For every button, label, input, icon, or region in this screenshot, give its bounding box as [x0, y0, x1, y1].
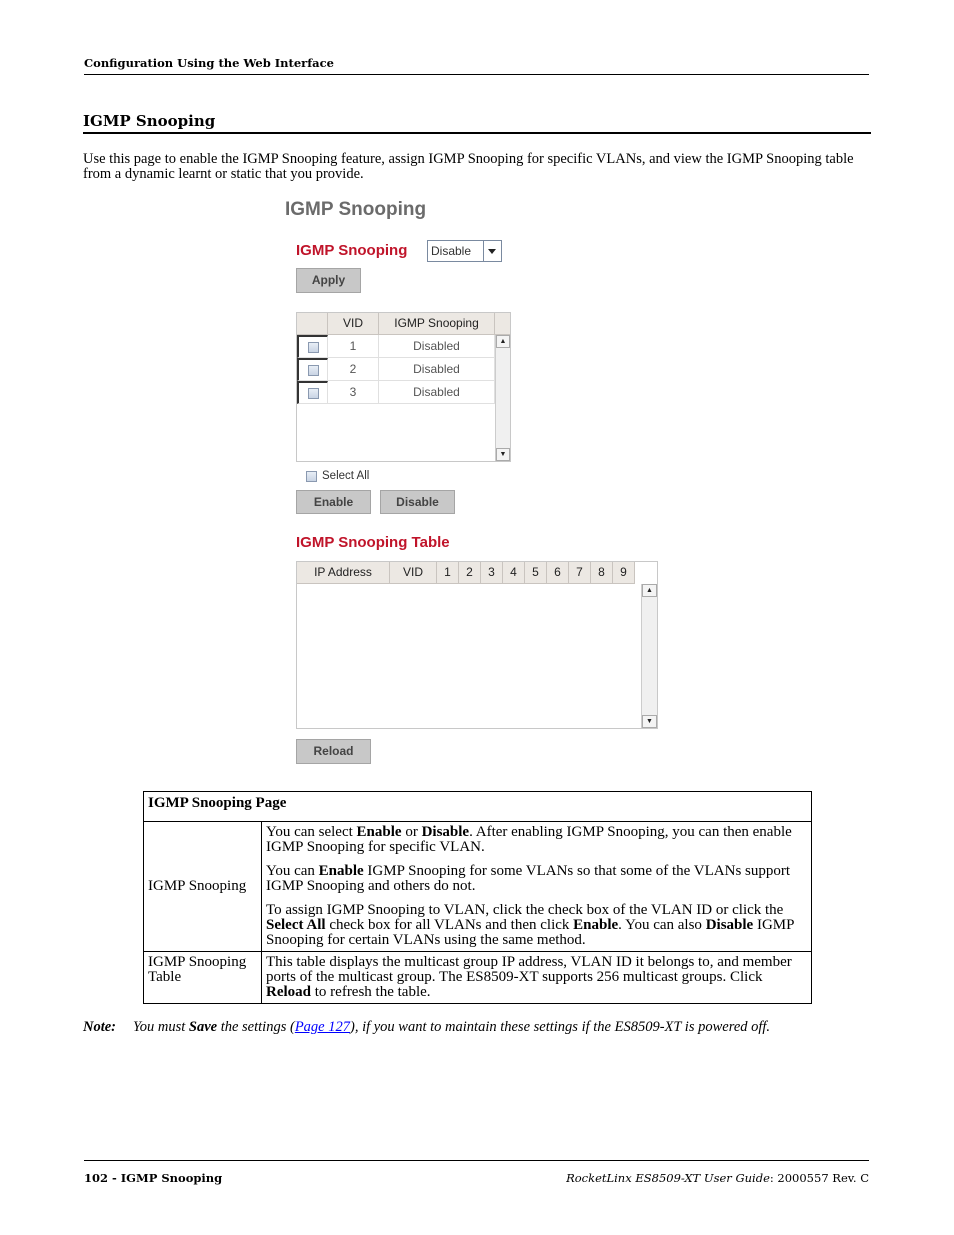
igmp-label: IGMP Snooping — [296, 242, 408, 259]
vlan-table: VID IGMP Snooping 1 Disabled 2 Disabled … — [296, 312, 511, 462]
section-rule — [83, 132, 871, 134]
select-all-checkbox[interactable] — [306, 471, 317, 482]
text-segment: to refresh the table. — [311, 984, 431, 1000]
scroll-down-icon[interactable]: ▼ — [496, 448, 510, 461]
row-checkbox[interactable] — [308, 388, 319, 399]
row-description: You can select Enable or Disable. After … — [261, 821, 812, 952]
enable-button[interactable]: Enable — [296, 490, 371, 514]
emphasis-term: Disable — [421, 824, 470, 840]
vid-column-header: VID — [328, 313, 379, 335]
igmp-snooping-table: IP Address VID 1 2 3 4 5 6 7 8 9 ▲ ▼ — [296, 561, 658, 729]
emphasis-term: Reload — [266, 984, 311, 1000]
section-title: IGMP Snooping — [83, 112, 216, 130]
description-paragraph: This table displays the multicast group … — [266, 955, 807, 1000]
row-checkbox[interactable] — [308, 342, 319, 353]
apply-button[interactable]: Apply — [296, 268, 361, 293]
intro-paragraph: Use this page to enable the IGMP Snoopin… — [83, 151, 854, 182]
row-checkbox-cell — [297, 358, 328, 381]
description-table: IGMP Snooping Page IGMP Snooping You can… — [143, 791, 812, 1004]
column-header: 6 — [547, 562, 569, 584]
note-label: Note: — [83, 1019, 117, 1035]
vid-cell: 2 — [328, 358, 379, 381]
emphasis-term: Select All — [266, 917, 326, 933]
column-header: 5 — [525, 562, 547, 584]
scroll-up-icon[interactable]: ▲ — [642, 584, 657, 597]
column-header: IP Address — [297, 562, 390, 584]
description-table-title: IGMP Snooping Page — [143, 791, 812, 822]
column-header: 1 — [437, 562, 459, 584]
footer-left: 102 - IGMP Snooping — [84, 1171, 223, 1185]
checkbox-column-header — [297, 313, 328, 335]
row-checkbox-cell — [297, 381, 328, 404]
emphasis-term: Enable — [356, 824, 402, 840]
column-header: VID — [390, 562, 437, 584]
chevron-down-icon — [483, 241, 501, 261]
select-all-label: Select All — [322, 470, 370, 482]
page-link[interactable]: Page 127 — [295, 1019, 350, 1035]
emphasis-term: Enable — [573, 917, 619, 933]
footer-rule — [84, 1160, 869, 1161]
column-header: 9 — [613, 562, 635, 584]
text-segment: check box for all VLANs and then click — [325, 917, 574, 933]
description-paragraph: You can select Enable or Disable. After … — [266, 825, 807, 855]
igmp-column-header: IGMP Snooping — [379, 313, 495, 335]
status-cell: Disabled — [379, 381, 495, 404]
row-checkbox-cell — [297, 335, 328, 358]
header-rule — [84, 74, 869, 75]
vlan-table-scrollbar[interactable]: ▲ ▼ — [495, 335, 510, 461]
status-cell: Disabled — [379, 358, 495, 381]
row-description: This table displays the multicast group … — [261, 951, 812, 1004]
emphasis-term: Disable — [705, 917, 754, 933]
guide-title: RocketLinx ES8509-XT User Guide — [566, 1171, 770, 1185]
note-text: You must — [133, 1019, 189, 1035]
text-segment: To assign IGMP Snooping to VLAN, click t… — [266, 902, 784, 918]
note-text: the settings ( — [217, 1019, 295, 1035]
text-segment: You can select — [266, 824, 357, 840]
row-checkbox[interactable] — [308, 365, 319, 376]
guide-revision: : 2000557 Rev. C — [769, 1171, 869, 1185]
document-page: Configuration Using the Web Interface IG… — [0, 0, 954, 1235]
vid-cell: 1 — [328, 335, 379, 358]
igmp-select-value: Disable — [431, 244, 472, 258]
ui-page-title: IGMP Snooping — [285, 199, 427, 220]
note: Note: You must Save the settings (Page 1… — [83, 1019, 843, 1035]
scroll-up-icon[interactable]: ▲ — [496, 335, 510, 348]
snooping-table-scrollbar[interactable]: ▲ ▼ — [641, 584, 657, 728]
reload-button[interactable]: Reload — [296, 739, 371, 764]
row-label: IGMP Snooping — [143, 821, 262, 952]
status-cell: Disabled — [379, 335, 495, 358]
running-header: Configuration Using the Web Interface — [84, 56, 334, 70]
text-segment: . You can also — [618, 917, 706, 933]
header-spacer — [495, 313, 510, 335]
disable-button[interactable]: Disable — [380, 490, 455, 514]
emphasis-term: Enable — [318, 863, 364, 879]
column-header: 4 — [503, 562, 525, 584]
text-segment: This table displays the multicast group … — [266, 954, 792, 985]
column-header: 3 — [481, 562, 503, 584]
scroll-down-icon[interactable]: ▼ — [642, 715, 657, 728]
igmp-select[interactable]: Disable — [427, 240, 502, 262]
column-header: 2 — [459, 562, 481, 584]
footer-right: RocketLinx ES8509-XT User Guide: 2000557… — [566, 1171, 869, 1185]
column-header: 7 — [569, 562, 591, 584]
note-save: Save — [188, 1019, 218, 1035]
text-segment: or — [401, 824, 422, 840]
text-segment: You can — [266, 863, 319, 879]
vid-cell: 3 — [328, 381, 379, 404]
description-paragraph: To assign IGMP Snooping to VLAN, click t… — [266, 903, 807, 948]
description-paragraph: You can Enable IGMP Snooping for some VL… — [266, 864, 807, 894]
snooping-table-title: IGMP Snooping Table — [296, 534, 450, 551]
note-text: ), if you want to maintain these setting… — [349, 1019, 771, 1035]
row-label: IGMP Snooping Table — [143, 951, 262, 1004]
column-header: 8 — [591, 562, 613, 584]
